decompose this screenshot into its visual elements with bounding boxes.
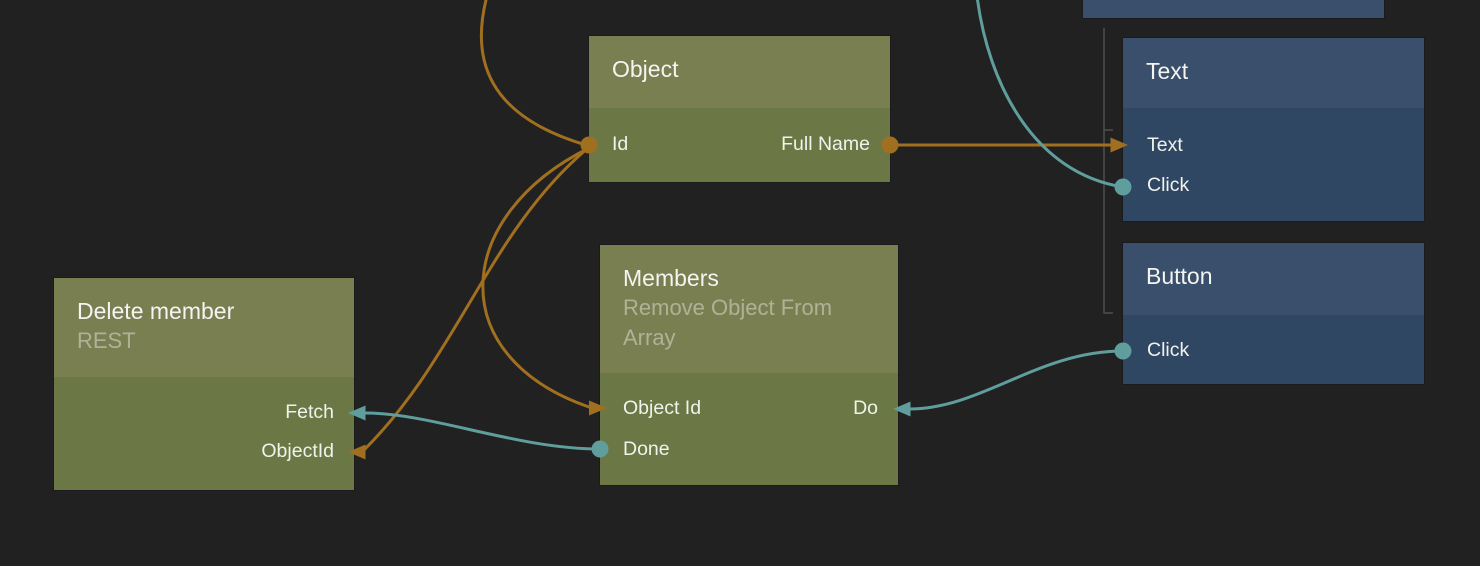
- node-members[interactable]: Members Remove Object From Array Object …: [600, 245, 898, 485]
- port-button-click-label: Click: [1147, 339, 1189, 361]
- port-members-do[interactable]: Do: [853, 395, 878, 421]
- node-text-body: Text Click: [1123, 108, 1424, 221]
- node-graph-canvas[interactable]: Object Id Full Name Members Remove Objec…: [0, 0, 1480, 566]
- port-delete-member-fetch-label: Fetch: [285, 401, 334, 423]
- node-button-title: Button: [1146, 261, 1402, 291]
- node-object-body: Id Full Name: [589, 108, 890, 182]
- connection-offscreen-to-object-id[interactable]: [481, 0, 586, 145]
- port-delete-member-fetch[interactable]: Fetch: [285, 399, 334, 425]
- port-text-click-label: Click: [1147, 174, 1189, 196]
- port-members-object-id[interactable]: Object Id: [623, 395, 701, 421]
- port-text-text[interactable]: Text: [1147, 132, 1183, 158]
- node-object-header[interactable]: Object: [589, 36, 890, 108]
- port-object-id-label: Id: [612, 133, 628, 155]
- connection-text-click-to-offscreen[interactable]: [977, 0, 1123, 187]
- node-members-subtitle: Remove Object From Array: [623, 293, 876, 353]
- node-button-header[interactable]: Button: [1123, 243, 1424, 315]
- port-members-object-id-label: Object Id: [623, 397, 701, 419]
- node-text-header[interactable]: Text: [1123, 38, 1424, 108]
- port-button-click[interactable]: Click: [1147, 337, 1189, 363]
- node-members-title: Members: [623, 263, 876, 293]
- node-text-title: Text: [1146, 56, 1402, 86]
- port-object-full-name-label: Full Name: [781, 133, 870, 155]
- node-delete-member-title: Delete member: [77, 296, 332, 326]
- port-members-do-label: Do: [853, 397, 878, 419]
- node-text[interactable]: Text Text Click: [1123, 38, 1424, 221]
- node-button-body: Click: [1123, 315, 1424, 384]
- node-delete-member[interactable]: Delete member REST Fetch ObjectId: [54, 278, 354, 490]
- node-button[interactable]: Button Click: [1123, 243, 1424, 384]
- connection-object-id-to-members-objectid[interactable]: [483, 148, 592, 408]
- node-delete-member-body: Fetch ObjectId: [54, 377, 354, 490]
- hierarchy-line: [1104, 28, 1113, 313]
- port-members-done-label: Done: [623, 438, 670, 460]
- port-text-click[interactable]: Click: [1147, 172, 1189, 198]
- port-members-done[interactable]: Done: [623, 436, 670, 462]
- partial-node-top[interactable]: [1083, 0, 1384, 18]
- connection-button-click-to-members-do[interactable]: [909, 351, 1123, 409]
- node-members-header[interactable]: Members Remove Object From Array: [600, 245, 898, 373]
- port-delete-member-objectid[interactable]: ObjectId: [261, 438, 334, 464]
- node-delete-member-header[interactable]: Delete member REST: [54, 278, 354, 377]
- connection-object-id-to-deletemember-objectid[interactable]: [362, 148, 588, 452]
- port-object-full-name[interactable]: Full Name: [781, 131, 870, 157]
- connection-members-done-to-deletemember-fetch[interactable]: [365, 413, 600, 449]
- port-text-text-label: Text: [1147, 134, 1183, 156]
- node-delete-member-subtitle: REST: [77, 326, 332, 356]
- node-object-title: Object: [612, 54, 868, 84]
- port-delete-member-objectid-label: ObjectId: [261, 440, 334, 462]
- node-members-body: Object Id Do Done: [600, 373, 898, 485]
- node-object[interactable]: Object Id Full Name: [589, 36, 890, 182]
- port-object-id[interactable]: Id: [612, 131, 628, 157]
